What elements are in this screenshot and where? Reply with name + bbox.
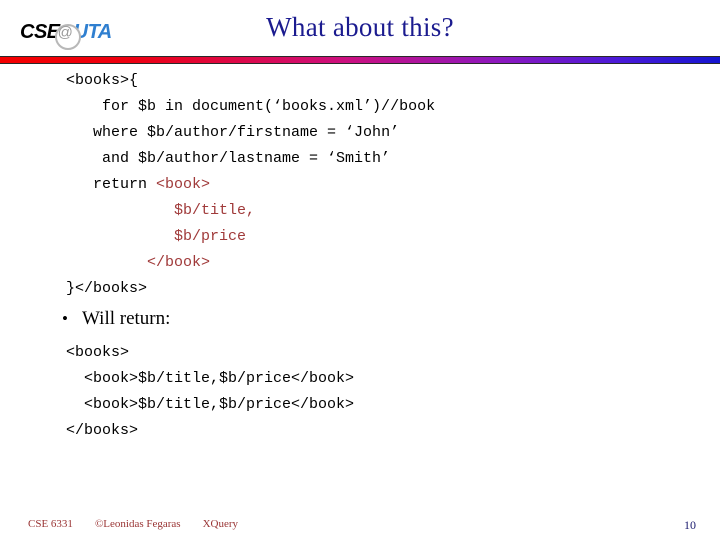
code-token-plain: return bbox=[93, 176, 157, 193]
code-line: }</books> bbox=[66, 276, 435, 302]
bullet-icon: • bbox=[62, 309, 68, 328]
code-token-tag: <book> bbox=[156, 176, 211, 193]
code-token-plain: <book>$b/title,$b/price</book> bbox=[84, 396, 355, 413]
footer-topic: XQuery bbox=[202, 518, 239, 530]
will-return-bullet: • Will return: bbox=[62, 308, 170, 330]
code-token-tag: $b/price bbox=[174, 228, 247, 245]
slide-title: What about this? bbox=[266, 12, 454, 42]
code-line: return <book> bbox=[66, 172, 435, 198]
code-line: <books> bbox=[66, 340, 354, 366]
code-token-plain: </books> bbox=[66, 422, 139, 439]
code-token-plain: for $b in document(‘books.xml’)//book bbox=[102, 98, 436, 115]
slide-canvas: CSE @ UTA What about this? <books>{ for $b… bbox=[0, 0, 720, 540]
code-token-plain: and $b/author/lastname = ‘Smith’ bbox=[102, 150, 391, 167]
code-line: $b/title, bbox=[66, 198, 435, 224]
code-token-plain: }</books> bbox=[66, 280, 148, 297]
at-icon: @ bbox=[57, 24, 73, 41]
code-token-plain: where $b/author/firstname = ‘John’ bbox=[93, 124, 400, 141]
code-token-plain: <books> bbox=[66, 344, 130, 361]
code-token-tag: $b/title, bbox=[174, 202, 256, 219]
title-divider-rule bbox=[0, 56, 720, 64]
code-line: where $b/author/firstname = ‘John’ bbox=[66, 120, 435, 146]
xquery-code-block: <books>{ for $b in document(‘books.xml’)… bbox=[66, 68, 435, 302]
code-token-tag: </book> bbox=[147, 254, 211, 271]
code-line: <book>$b/title,$b/price</book> bbox=[66, 392, 354, 418]
page-number: 10 bbox=[684, 518, 696, 532]
will-return-label: Will return: bbox=[82, 308, 171, 329]
code-line: $b/price bbox=[66, 224, 435, 250]
code-line: <books>{ bbox=[66, 68, 435, 94]
code-token-plain: <book>$b/title,$b/price</book> bbox=[84, 370, 355, 387]
code-line: </book> bbox=[66, 250, 435, 276]
code-line: </books> bbox=[66, 418, 354, 444]
xquery-result-block: <books> <book>$b/title,$b/price</book> <… bbox=[66, 340, 354, 444]
code-token-plain: <books>{ bbox=[66, 72, 139, 89]
code-line: for $b in document(‘books.xml’)//book bbox=[66, 94, 435, 120]
footer: CSE 6331 ©Leonidas Fegaras XQuery bbox=[28, 518, 238, 530]
footer-author: ©Leonidas Fegaras bbox=[94, 518, 181, 530]
code-line: <book>$b/title,$b/price</book> bbox=[66, 366, 354, 392]
footer-course: CSE 6331 bbox=[28, 518, 73, 530]
code-line: and $b/author/lastname = ‘Smith’ bbox=[66, 146, 435, 172]
